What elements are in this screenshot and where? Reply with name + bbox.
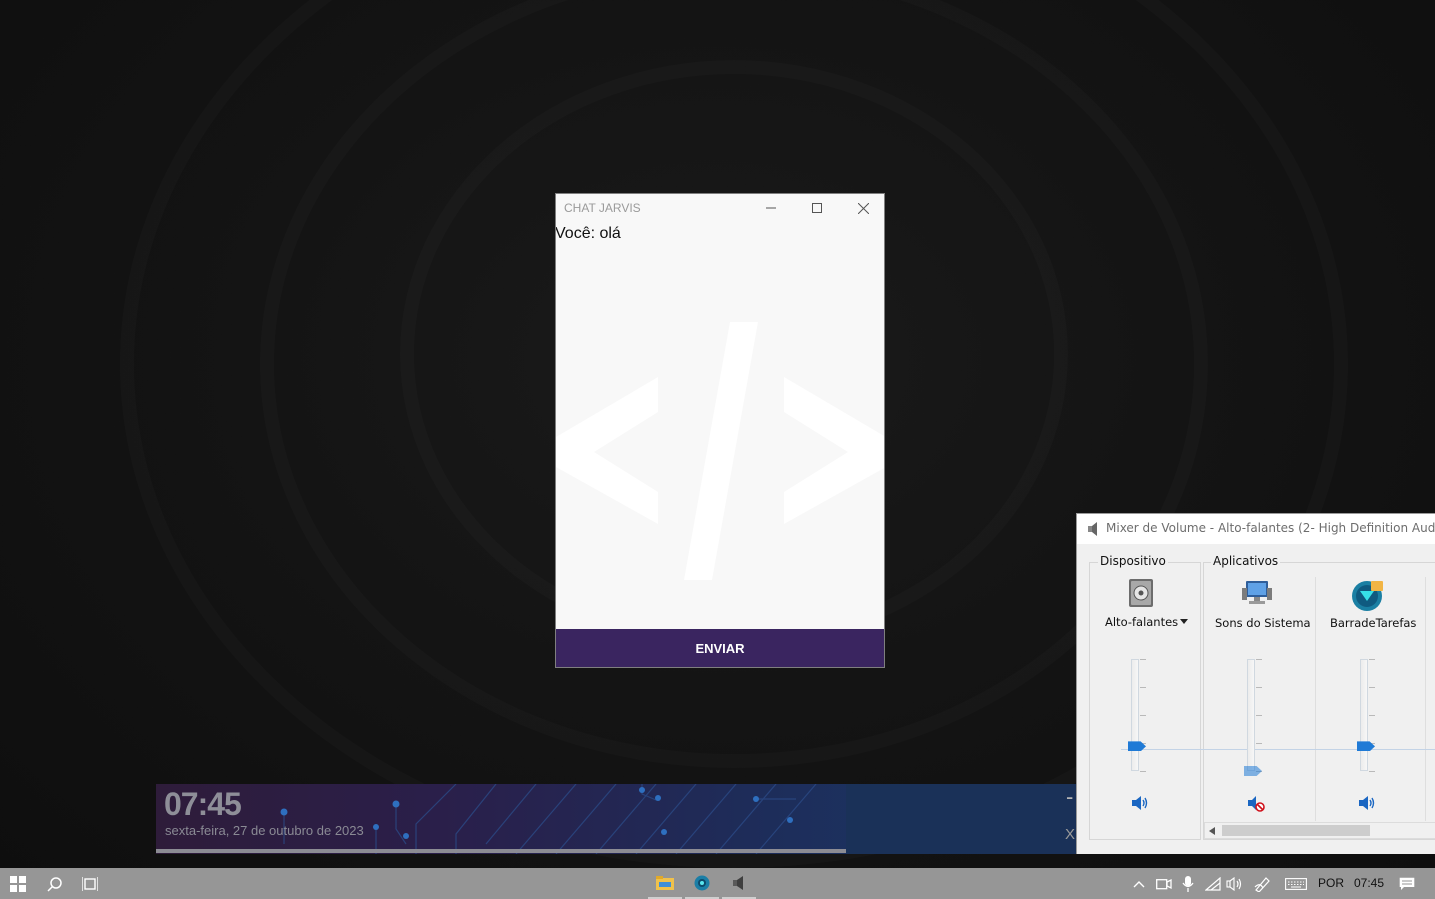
camera-icon [1156,878,1172,889]
pen-icon [1254,876,1270,892]
volume-slider-barradetarefas[interactable] [1360,659,1368,771]
touch-keyboard-button[interactable] [1283,868,1309,899]
volume-speaker-icon[interactable] [1131,795,1149,811]
clock-progress-bar [156,849,846,853]
mixer-title: Mixer de Volume - Alto-falantes (2- High… [1106,521,1435,535]
wifi-icon [1205,876,1221,891]
chat-window-title: CHAT JARVIS [564,201,641,215]
chat-titlebar[interactable]: CHAT JARVIS [556,194,884,222]
network-button[interactable] [1203,868,1223,899]
speaker-app-icon [1088,522,1097,536]
volume-mixer-app-icon [733,875,743,890]
channel-divider [1315,577,1316,821]
clock-widget-panel [846,784,1076,854]
show-hidden-icons-button[interactable] [1130,868,1148,899]
taskbar-clock[interactable]: 07:45 [1354,876,1384,890]
jarvis-app-icon [694,875,710,890]
chevron-left-icon[interactable] [1209,827,1215,835]
taskbar-app-icon[interactable] [1351,580,1385,612]
channel-name-barradetarefas[interactable]: BarradeTarefas [1330,616,1416,630]
task-view-button[interactable] [72,868,108,899]
clock-date: sexta-feira, 27 de outubro de 2023 [165,823,364,838]
circuit-pattern [280,784,817,854]
minimize-icon [766,207,776,209]
send-button[interactable]: ENVIAR [556,629,884,667]
channel-divider [1425,577,1426,821]
device-group-label: Dispositivo [1098,554,1168,568]
action-center-button[interactable] [1394,868,1420,899]
mixer-titlebar[interactable]: Mixer de Volume - Alto-falantes (2- High… [1077,514,1435,544]
clock-minimize-button[interactable]: - [1066,784,1073,810]
horizontal-scrollbar[interactable] [1204,822,1435,839]
volume-reference-line [1121,749,1435,750]
notification-icon [1399,877,1415,890]
volume-icon [1226,876,1242,891]
speaker-device-icon[interactable] [1128,578,1154,608]
search-icon [47,876,62,892]
pen-workspace-button[interactable] [1253,868,1273,899]
apps-group: Aplicativos [1203,554,1435,840]
file-explorer-icon [656,875,674,890]
channel-name-alto-falantes[interactable]: Alto-falantes [1105,615,1178,629]
taskbar-volume-mixer[interactable] [722,868,756,899]
clock-close-button[interactable]: X [1065,826,1075,843]
close-button[interactable] [840,194,886,222]
maximize-icon [812,203,822,213]
chat-message: Você: olá [556,225,621,242]
search-button[interactable] [37,868,73,899]
code-brackets-icon [556,322,884,580]
language-indicator[interactable]: POR [1318,876,1344,890]
close-icon [857,202,869,214]
chat-history[interactable]: Você: olá [556,222,884,629]
microphone-icon [1182,875,1194,892]
scrollbar-thumb[interactable] [1222,825,1370,836]
taskbar-jarvis-app[interactable] [685,868,719,899]
minimize-button[interactable] [748,194,794,222]
microphone-button[interactable] [1178,868,1198,899]
meet-now-button[interactable] [1154,868,1174,899]
taskbar-file-explorer[interactable] [648,868,682,899]
taskbar: POR 07:45 [0,868,1435,899]
maximize-button[interactable] [794,194,840,222]
volume-speaker-icon[interactable] [1358,795,1376,811]
volume-mixer-window: Mixer de Volume - Alto-falantes (2- High… [1076,513,1435,854]
clock-time: 07:45 [164,786,242,822]
task-view-icon [82,876,98,891]
muted-speaker-icon[interactable] [1247,796,1265,812]
keyboard-icon [1285,877,1307,890]
windows-logo-icon [10,875,26,892]
start-button[interactable] [0,868,36,899]
chat-window: CHAT JARVIS Você: olá ENVIAR [555,193,885,668]
apps-group-label: Aplicativos [1211,554,1281,568]
chevron-up-icon [1133,880,1145,887]
volume-button[interactable] [1225,868,1245,899]
chevron-down-icon[interactable] [1180,619,1188,624]
volume-slider-sons-do-sistema[interactable] [1247,659,1255,771]
volume-slider-alto-falantes[interactable] [1131,659,1139,771]
clock-widget: 07:45 sexta-feira, 27 de outubro de 2023… [156,784,1102,854]
system-sounds-icon[interactable] [1241,578,1273,608]
channel-name-sons-do-sistema[interactable]: Sons do Sistema [1215,616,1311,630]
